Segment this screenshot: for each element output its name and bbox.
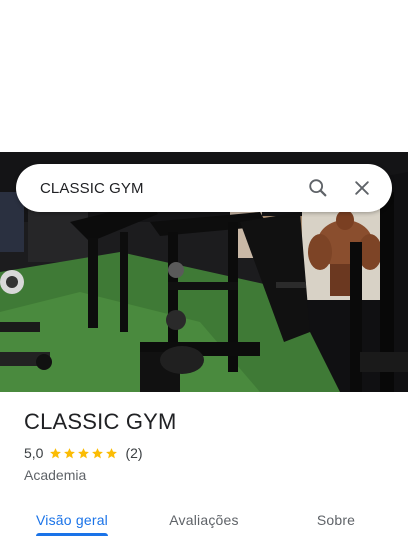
tab-about[interactable]: Sobre [296,496,376,544]
star-icon [64,447,76,458]
place-title: CLASSIC GYM [24,409,177,434]
review-count[interactable]: (2) [125,445,142,461]
search-icon[interactable] [300,170,336,206]
star-icon [92,447,104,458]
tab-overview[interactable]: Visão geral [24,496,120,544]
map-blank-area [0,0,408,152]
place-info: CLASSIC GYM 5,0 (2) Academia [24,408,394,483]
star-icon [78,447,90,458]
star-icon [106,447,118,458]
active-tab-indicator [36,533,108,536]
tab-reviews[interactable]: Avaliações [156,496,252,544]
rating-value: 5,0 [24,445,44,461]
place-category[interactable]: Academia [24,467,394,483]
close-icon[interactable] [344,170,380,206]
search-input[interactable]: CLASSIC GYM [40,180,300,197]
place-tabs: Visão geral Avaliações Sobre [0,496,408,544]
star-rating [49,447,119,460]
rating-row[interactable]: 5,0 (2) [24,444,394,462]
search-bar[interactable]: CLASSIC GYM [16,164,392,212]
star-icon [50,447,62,458]
